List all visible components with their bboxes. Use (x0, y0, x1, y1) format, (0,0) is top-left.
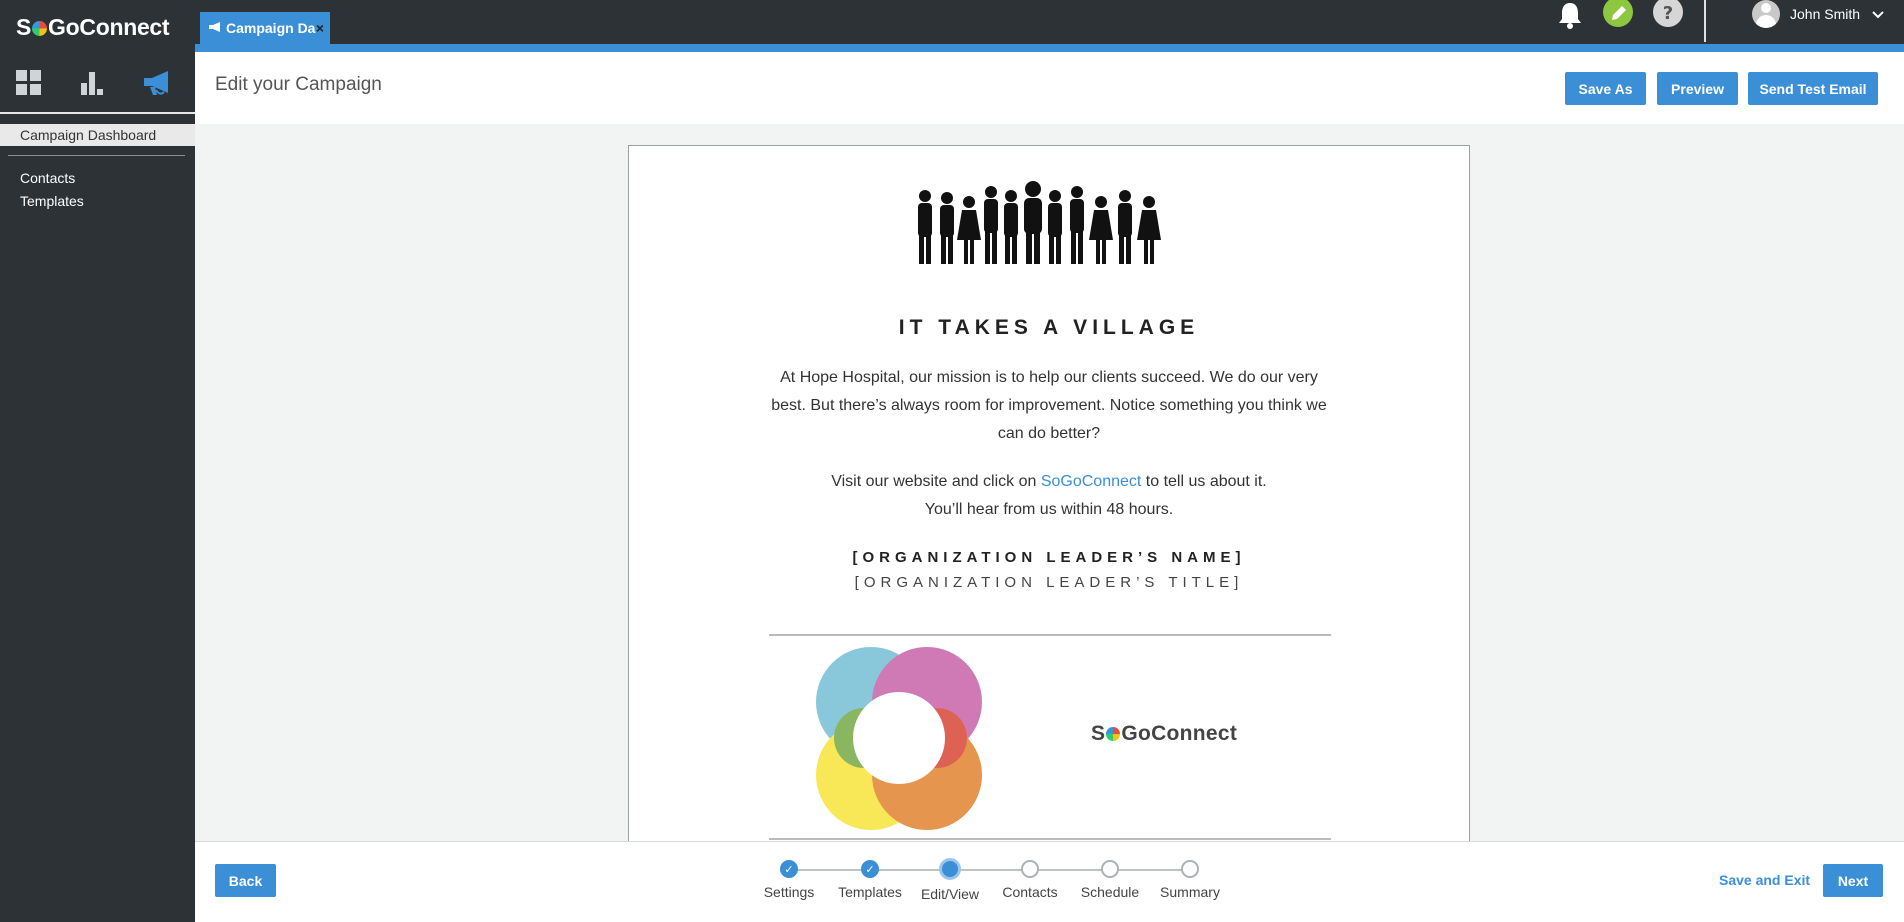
chevron-down-icon (1872, 6, 1884, 22)
bar-chart-icon[interactable] (75, 66, 109, 100)
email-divider (769, 838, 1331, 840)
step-summary[interactable]: Summary (1145, 860, 1235, 900)
bell-icon[interactable] (1555, 0, 1585, 30)
tab-campaign-dashboard[interactable]: Campaign Da × (200, 12, 330, 44)
save-and-exit-link[interactable]: Save and Exit (1719, 872, 1810, 888)
check-icon: ✓ (861, 860, 879, 878)
step-schedule[interactable]: Schedule (1065, 860, 1155, 900)
avatar (1752, 0, 1780, 28)
leader-name: [ORGANIZATION LEADER’S NAME] (852, 549, 1246, 566)
sidebar-item-templates[interactable]: Templates (20, 193, 84, 209)
help-icon[interactable]: ? (1653, 0, 1683, 30)
send-test-email-button[interactable]: Send Test Email (1748, 72, 1878, 105)
step-edit-view[interactable]: Edit/View (905, 858, 995, 902)
overlapping-circles-logo (816, 647, 982, 830)
svg-text:?: ? (1663, 3, 1673, 24)
sidebar-divider (0, 112, 195, 114)
next-button[interactable]: Next (1823, 864, 1883, 897)
step-dot (1101, 860, 1119, 878)
leader-title: [ORGANIZATION LEADER’S TITLE] (854, 574, 1244, 591)
wizard-footer: Back ✓ Settings ✓ Templates Edit/View Co… (195, 841, 1904, 922)
step-templates[interactable]: ✓ Templates (825, 860, 915, 900)
sidebar-divider (8, 155, 185, 156)
email-canvas[interactable]: IT TAKES A VILLAGE At Hope Hospital, our… (628, 145, 1470, 845)
sidebar-item-contacts[interactable]: Contacts (20, 170, 75, 186)
step-contacts[interactable]: Contacts (985, 860, 1075, 900)
page-header: Edit your Campaign Save As Preview Send … (195, 52, 1904, 124)
tab-label: Campaign Da (226, 20, 316, 36)
user-menu[interactable]: John Smith (1752, 0, 1884, 28)
dashboard-grid-icon[interactable] (12, 66, 46, 100)
top-bar-accent-line (195, 44, 1904, 52)
email-headline: IT TAKES A VILLAGE (898, 316, 1200, 339)
megaphone-icon (208, 20, 222, 36)
step-dot (1181, 860, 1199, 878)
sidebar: S GoConnect Campaign Dashboard Contacts T… (0, 0, 195, 922)
logo-dot-icon (32, 21, 48, 36)
sogoconnect-link[interactable]: SoGoConnect (1041, 473, 1142, 490)
step-dot (1021, 860, 1039, 878)
top-bar (195, 0, 1904, 44)
email-paragraph-visit: Visit our website and click on SoGoConne… (831, 473, 1267, 518)
step-settings[interactable]: ✓ Settings (744, 860, 834, 900)
save-as-button[interactable]: Save As (1565, 72, 1646, 105)
email-divider (769, 634, 1331, 636)
back-button[interactable]: Back (215, 864, 276, 897)
current-step-dot (939, 858, 961, 880)
top-bar-divider (1704, 0, 1706, 42)
megaphone-icon[interactable] (141, 66, 175, 100)
pencil-icon[interactable] (1603, 0, 1633, 30)
email-paragraph-mission: At Hope Hospital, our mission is to help… (771, 369, 1327, 442)
close-icon[interactable]: × (316, 20, 324, 36)
page-title: Edit your Campaign (215, 74, 382, 95)
preview-button[interactable]: Preview (1657, 72, 1738, 105)
people-group-image (918, 181, 1161, 264)
user-name: John Smith (1790, 6, 1861, 22)
sidebar-item-campaign-dashboard[interactable]: Campaign Dashboard (0, 124, 195, 146)
app-logo[interactable]: S GoConnect (16, 14, 170, 41)
brand-wordmark: S GoConnect (1091, 722, 1238, 745)
check-icon: ✓ (780, 860, 798, 878)
logo-dot-icon (1106, 727, 1121, 741)
